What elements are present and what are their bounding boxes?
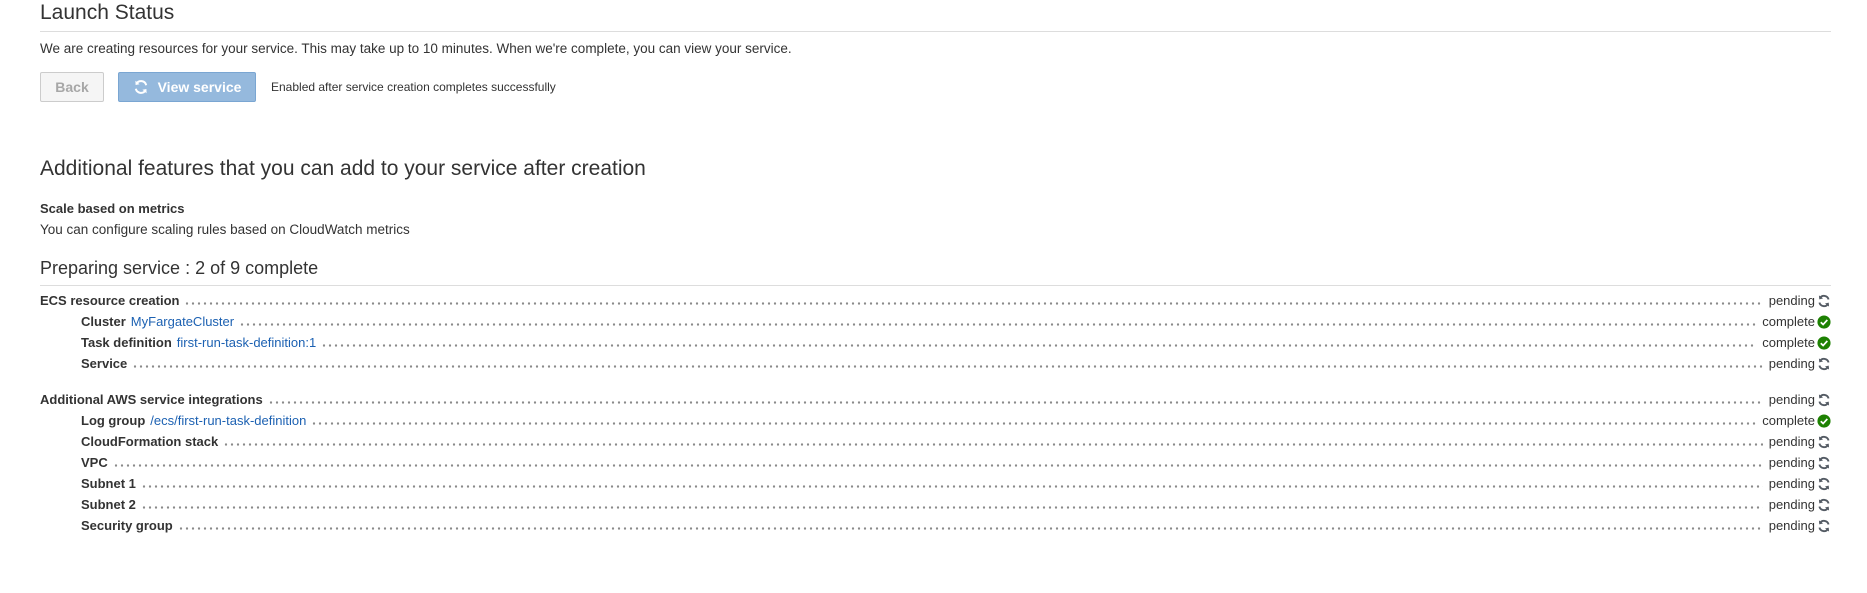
status-text: pending <box>1768 455 1815 470</box>
view-service-button[interactable]: View service <box>118 72 256 102</box>
status-text: pending <box>1768 497 1815 512</box>
intro-text: We are creating resources for your servi… <box>40 41 792 56</box>
dotted-leader <box>267 401 1763 404</box>
back-button[interactable]: Back <box>40 72 104 102</box>
status-text: pending <box>1768 356 1815 371</box>
feature-title: Scale based on metrics <box>40 201 185 216</box>
check-circle-icon <box>1817 314 1831 329</box>
progress-item: Cluster MyFargateCluster complete <box>40 311 1831 332</box>
resource-link[interactable]: /ecs/first-run-task-definition <box>150 413 306 428</box>
view-service-label: View service <box>157 79 242 95</box>
status-text: complete <box>1762 314 1815 329</box>
refresh-icon <box>1817 435 1831 449</box>
status-text: pending <box>1768 518 1815 533</box>
action-bar: Back View service Enabled after service … <box>40 71 1831 103</box>
additional-features-title: Additional features that you can add to … <box>40 157 646 180</box>
refresh-icon <box>1817 477 1831 491</box>
progress-item-label: Additional AWS service integrations <box>40 392 263 407</box>
progress-item-label: Cluster <box>81 314 126 329</box>
dotted-leader <box>223 443 1763 446</box>
refresh-icon <box>1817 294 1831 308</box>
progress-item-label: Log group <box>81 413 146 428</box>
progress-group-header: Additional AWS service integrations pendi… <box>40 389 1831 410</box>
dotted-leader <box>140 485 1763 488</box>
button-note: Enabled after service creation completes… <box>271 80 556 94</box>
dotted-leader <box>239 323 1757 326</box>
progress-item: Subnet 2 pending <box>40 494 1831 515</box>
check-circle-icon <box>1817 335 1831 350</box>
progress-item-label: VPC <box>81 455 108 470</box>
page-title: Launch Status <box>40 0 1831 32</box>
status-text: pending <box>1768 392 1815 407</box>
refresh-icon <box>1817 357 1831 371</box>
dotted-leader <box>184 302 1763 305</box>
progress-item-label: Security group <box>81 518 173 533</box>
dotted-leader <box>132 365 1763 368</box>
dotted-leader <box>321 344 1757 347</box>
progress-group-header: ECS resource creation pending <box>40 290 1831 311</box>
progress-item-label: Subnet 1 <box>81 476 136 491</box>
refresh-icon <box>1817 456 1831 470</box>
progress-item: Service pending <box>40 353 1831 374</box>
dotted-leader <box>311 422 1757 425</box>
progress-group: Additional AWS service integrations pendi… <box>40 389 1831 536</box>
progress-title: Preparing service : 2 of 9 complete <box>40 255 1831 286</box>
progress-item: CloudFormation stack pending <box>40 431 1831 452</box>
resource-link[interactable]: MyFargateCluster <box>131 314 234 329</box>
progress-item-label: CloudFormation stack <box>81 434 219 449</box>
status-text: complete <box>1762 335 1815 350</box>
refresh-icon <box>1817 498 1831 512</box>
refresh-icon <box>1817 393 1831 407</box>
refresh-icon <box>1817 519 1831 533</box>
feature-description: You can configure scaling rules based on… <box>40 222 410 237</box>
progress-item-label: Subnet 2 <box>81 497 136 512</box>
progress-item: Subnet 1 pending <box>40 473 1831 494</box>
status-text: pending <box>1768 476 1815 491</box>
progress-list: ECS resource creation pending Cluster MyFar… <box>40 290 1831 536</box>
check-circle-icon <box>1817 413 1831 428</box>
status-text: pending <box>1768 434 1815 449</box>
progress-item: VPC pending <box>40 452 1831 473</box>
progress-item: Task definition first-run-task-definition… <box>40 332 1831 353</box>
progress-item-label: ECS resource creation <box>40 293 180 308</box>
progress-group: ECS resource creation pending Cluster MyFar… <box>40 290 1831 374</box>
progress-item-label: Task definition <box>81 335 172 350</box>
refresh-icon <box>133 79 149 95</box>
resource-link[interactable]: first-run-task-definition:1 <box>177 335 316 350</box>
dotted-leader <box>140 506 1763 509</box>
status-text: complete <box>1762 413 1815 428</box>
progress-item: Log group/ecs/first-run-task-definition c… <box>40 410 1831 431</box>
dotted-leader <box>112 464 1763 467</box>
status-text: pending <box>1768 293 1815 308</box>
progress-item: Security group pending <box>40 515 1831 536</box>
dotted-leader <box>177 527 1763 530</box>
launch-status-page: Launch Status We are creating resources … <box>40 0 1831 551</box>
progress-item-label: Service <box>81 356 128 371</box>
